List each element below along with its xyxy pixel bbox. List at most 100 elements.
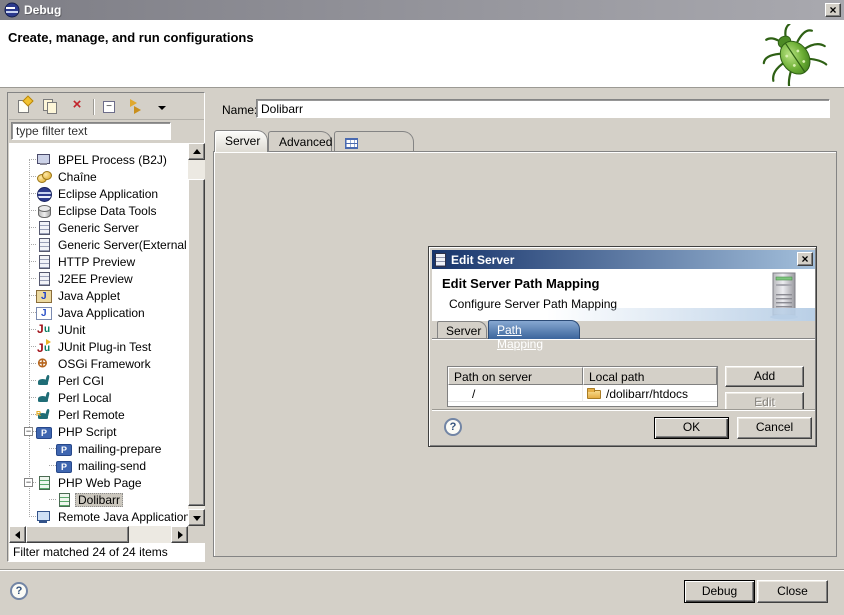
horizontal-scroll-thumb[interactable] <box>26 526 129 543</box>
scroll-down-arrow[interactable] <box>188 509 205 526</box>
tree-item-chaine[interactable]: Chaîne <box>9 168 188 185</box>
help-icon[interactable]: ? <box>10 582 28 600</box>
tree-item-generic-server[interactable]: Generic Server <box>9 219 188 236</box>
tree-horizontal-scrollbar[interactable] <box>9 526 188 543</box>
tree-item-perl-local[interactable]: Perl Local <box>9 389 188 406</box>
edit-server-title: Edit Server <box>451 253 514 267</box>
window-title: Debug <box>24 3 61 17</box>
tree-item-php-web-page[interactable]: −PHP Web Page <box>9 474 188 491</box>
close-button[interactable]: Close <box>757 580 828 603</box>
bpel-process-icon <box>36 152 52 167</box>
config-tree: BPEL Process (B2J) Chaîne Eclipse Applic… <box>9 143 188 526</box>
java-application-icon: J <box>36 307 52 320</box>
osgi-target-icon: ⊕ <box>36 356 52 371</box>
window-titlebar: Debug × <box>0 0 844 20</box>
dialog-tab-server[interactable]: Server <box>437 321 487 339</box>
collapse-expander-icon[interactable]: − <box>24 427 33 436</box>
tree-item-bpel-process[interactable]: BPEL Process (B2J) <box>9 151 188 168</box>
table-cell-local-path[interactable]: /dolibarr/htdocs <box>583 385 717 402</box>
ok-button[interactable]: OK <box>654 417 729 439</box>
tree-item-remote-java-application[interactable]: Remote Java Application <box>9 508 188 525</box>
tab-common[interactable]: Common <box>334 131 414 152</box>
tree-item-j2ee-preview[interactable]: J2EE Preview <box>9 270 188 287</box>
collapse-all-icon: − <box>103 101 115 113</box>
php-web-server-icon <box>36 475 52 490</box>
scroll-up-arrow[interactable] <box>188 143 205 160</box>
tab-server[interactable]: Server <box>214 130 268 152</box>
database-icon <box>36 203 52 218</box>
tree-item-eclipse-application[interactable]: Eclipse Application <box>9 185 188 202</box>
remote-java-icon <box>36 509 52 524</box>
server-icon <box>36 220 52 235</box>
name-input[interactable] <box>256 99 830 118</box>
tree-item-http-preview[interactable]: HTTP Preview <box>9 253 188 270</box>
dialog-subheading: Configure Server Path Mapping <box>449 297 617 311</box>
tree-item-mailing-prepare[interactable]: Pmailing-prepare <box>9 440 188 457</box>
footer-separator <box>0 569 844 571</box>
add-mapping-button[interactable]: Add <box>725 366 804 387</box>
tree-item-java-applet[interactable]: JJava Applet <box>9 287 188 304</box>
new-configuration-button[interactable] <box>15 97 35 117</box>
new-config-icon <box>18 100 29 113</box>
name-label: Name: <box>222 103 257 117</box>
tree-item-eclipse-data-tools[interactable]: Eclipse Data Tools <box>9 202 188 219</box>
server-icon <box>36 271 52 286</box>
server-icon <box>36 254 52 269</box>
bug-icon <box>756 24 832 86</box>
filter-menu-button[interactable] <box>152 97 164 117</box>
edit-mapping-button: Edit <box>725 392 804 409</box>
debug-button[interactable]: Debug <box>684 580 755 603</box>
column-header-local-path[interactable]: Local path <box>583 367 717 385</box>
filter-status-text: Filter matched 24 of 24 items <box>9 543 204 561</box>
scroll-right-arrow[interactable] <box>171 526 188 543</box>
filter-input[interactable] <box>11 122 171 140</box>
junit-plugin-icon: Ju <box>36 339 52 354</box>
delete-button[interactable]: × <box>67 97 87 117</box>
dialog-button-bar: ? OK Cancel <box>432 411 815 444</box>
tree-item-generic-server-external[interactable]: Generic Server(External La <box>9 236 188 253</box>
chain-icon <box>36 169 52 184</box>
dialog-help-icon[interactable]: ? <box>444 418 462 436</box>
server-tower-icon <box>766 272 802 320</box>
table-icon <box>345 138 358 149</box>
dialog-heading: Edit Server Path Mapping <box>442 276 599 291</box>
eclipse-icon <box>36 186 52 201</box>
header-message: Create, manage, and run configurations <box>8 30 254 45</box>
tree-item-junit-plugin-test[interactable]: JuJUnit Plug-in Test <box>9 338 188 355</box>
scrollbar-corner <box>188 526 205 543</box>
tree-item-junit[interactable]: JuJUnit <box>9 321 188 338</box>
filter-button[interactable] <box>126 97 146 117</box>
tree-vertical-scrollbar[interactable] <box>188 143 205 526</box>
folder-icon <box>587 390 601 399</box>
path-mapping-table[interactable]: Path on server Local path / /dolibarr/ht… <box>447 366 718 407</box>
window-close-button[interactable]: × <box>825 3 841 17</box>
tree-item-perl-cgi[interactable]: Perl CGI <box>9 372 188 389</box>
cancel-button[interactable]: Cancel <box>737 417 812 439</box>
junit-icon: Ju <box>36 322 52 337</box>
tree-item-perl-remote[interactable]: RPerl Remote <box>9 406 188 423</box>
tree-item-osgi-framework[interactable]: ⊕OSGi Framework <box>9 355 188 372</box>
scroll-left-arrow[interactable] <box>9 526 26 543</box>
edit-server-dialog: Edit Server × Edit Server Path Mapping C… <box>428 246 817 447</box>
edit-server-close-button[interactable]: × <box>797 252 813 266</box>
table-cell-server-path[interactable]: / <box>448 385 583 402</box>
perl-camel-icon: R <box>36 407 52 422</box>
php-icon: P <box>56 461 72 473</box>
server-icon <box>435 253 446 267</box>
tab-advanced[interactable]: Advanced <box>268 131 332 152</box>
tree-item-mailing-send[interactable]: Pmailing-send <box>9 457 188 474</box>
tree-item-dolibarr[interactable]: Dolibarr <box>9 491 188 508</box>
tree-item-java-application[interactable]: JJava Application <box>9 304 188 321</box>
column-header-path-on-server[interactable]: Path on server <box>448 367 583 385</box>
header-banner: Create, manage, and run configurations <box>0 20 844 88</box>
vertical-scroll-thumb[interactable] <box>188 179 205 506</box>
edit-server-header: Edit Server Path Mapping Configure Serve… <box>432 269 815 321</box>
chevron-down-icon <box>158 106 166 110</box>
php-web-server-icon <box>56 492 72 507</box>
collapse-expander-icon[interactable]: − <box>24 478 33 487</box>
collapse-all-button[interactable]: − <box>100 97 120 117</box>
path-mapping-panel: Path on server Local path / /dolibarr/ht… <box>432 338 815 409</box>
dialog-tab-path-mapping[interactable]: Path Mapping <box>488 320 580 339</box>
duplicate-button[interactable] <box>41 97 61 117</box>
tree-item-php-script[interactable]: −PPHP Script <box>9 423 188 440</box>
